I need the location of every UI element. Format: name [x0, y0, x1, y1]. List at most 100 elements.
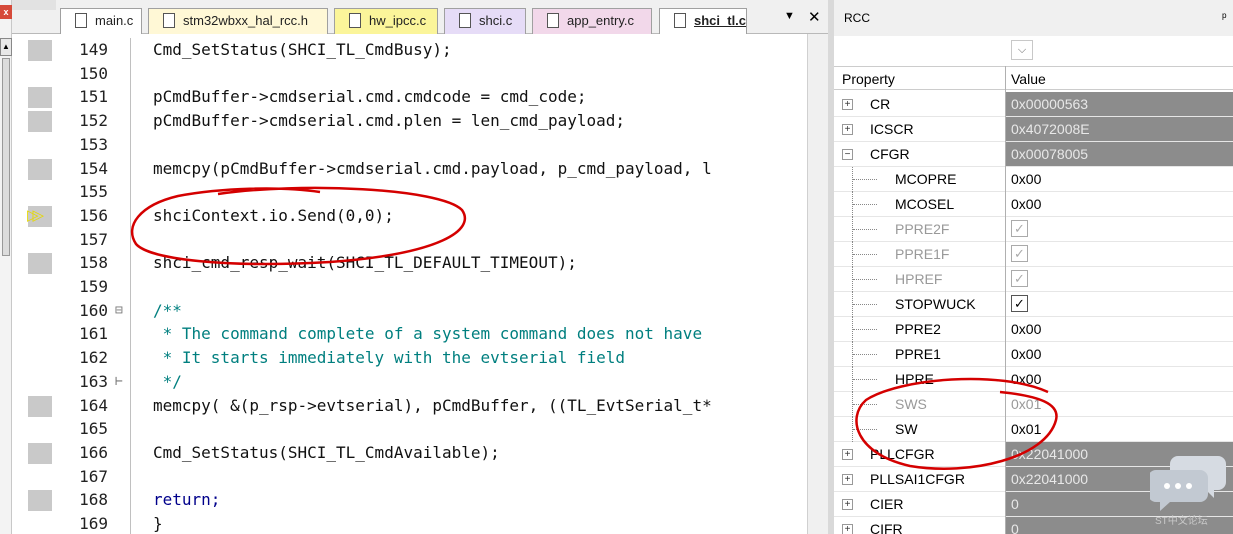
register-row-ppre1[interactable]: PPRE1 0x00 — [834, 342, 1233, 367]
line-number: 149 — [79, 40, 108, 59]
column-header-value: Value — [1011, 71, 1046, 87]
tab-label: app_entry.c — [567, 13, 634, 28]
collapse-icon[interactable]: − — [842, 149, 853, 160]
line-number: 155 — [79, 182, 108, 202]
tab-app-entry-c[interactable]: app_entry.c — [532, 8, 652, 34]
breakpoint-margin-marker[interactable] — [28, 87, 52, 109]
register-value[interactable]: 0x4072008E — [1006, 117, 1233, 141]
register-row-ppre2f[interactable]: PPRE2F ✓ — [834, 217, 1233, 242]
breakpoint-margin-marker[interactable] — [28, 490, 52, 512]
register-row-hpref[interactable]: HPREF ✓ — [834, 267, 1233, 292]
scroll-up-icon[interactable]: ▲ — [0, 38, 12, 56]
register-row-ppre1f[interactable]: PPRE1F ✓ — [834, 242, 1233, 267]
code-line[interactable]: Cmd_SetStatus(SHCI_TL_CmdAvailable); — [153, 443, 500, 462]
editor-scrollbar[interactable] — [807, 34, 828, 534]
code-line[interactable]: /** — [153, 301, 182, 320]
register-row-ppre2[interactable]: PPRE2 0x00 — [834, 317, 1233, 342]
file-icon — [674, 13, 686, 28]
checkbox: ✓ — [1011, 270, 1028, 287]
register-row-mcopre[interactable]: MCOPRE 0x00 — [834, 167, 1233, 192]
file-icon — [547, 13, 559, 28]
tab-shci-c[interactable]: shci.c — [444, 8, 526, 34]
code-line[interactable]: shciContext.io.Send(0,0); — [153, 206, 394, 225]
register-row-hpre[interactable]: HPRE 0x00 — [834, 367, 1233, 392]
tree-branch — [853, 429, 877, 430]
code-line[interactable]: shci_cmd_resp_wait(SHCI_TL_DEFAULT_TIMEO… — [153, 253, 577, 272]
register-row-sw[interactable]: SW 0x01 — [834, 417, 1233, 442]
line-number: 156 — [79, 205, 108, 225]
code-line[interactable]: Cmd_SetStatus(SHCI_TL_CmdBusy); — [153, 40, 452, 59]
register-name: MCOPRE — [895, 171, 957, 187]
register-value[interactable]: 0x00000563 — [1006, 92, 1233, 116]
code-line[interactable]: * The command complete of a system comma… — [153, 324, 702, 343]
line-number: 157 — [79, 229, 108, 249]
panel-title: RCC — [844, 11, 870, 25]
breakpoint-margin-marker[interactable] — [28, 158, 52, 180]
expand-icon[interactable]: + — [842, 474, 853, 485]
code-line[interactable]: } — [153, 514, 163, 533]
register-value[interactable]: ✓ — [1006, 242, 1233, 266]
expand-icon[interactable]: + — [842, 524, 853, 534]
close-tab-icon[interactable]: ✕ — [808, 8, 821, 26]
register-name: CR — [870, 96, 891, 112]
code-area[interactable]: Cmd_SetStatus(SHCI_TL_CmdBusy); pCmdBuffe… — [130, 38, 808, 534]
tab-label: main.c — [95, 13, 134, 28]
register-value[interactable]: ✓ — [1006, 292, 1233, 316]
fold-toggle-icon[interactable]: ⊟ — [115, 303, 123, 318]
left-scrollbar[interactable] — [2, 58, 10, 256]
register-value[interactable]: ✓ — [1006, 217, 1233, 241]
close-icon[interactable]: x — [0, 5, 12, 19]
register-row-stopwuck[interactable]: STOPWUCK ✓ — [834, 292, 1233, 317]
register-row-icscr[interactable]: + ICSCR 0x4072008E — [834, 117, 1233, 142]
tab-shci-tl-c[interactable]: shci_tl.c — [659, 8, 747, 34]
code-line[interactable]: pCmdBuffer->cmdserial.cmd.plen = len_cmd… — [153, 111, 625, 130]
breakpoint-margin-marker[interactable] — [28, 442, 52, 464]
register-row-cfgr[interactable]: − CFGR 0x00078005 — [834, 142, 1233, 167]
breakpoint-margin-marker[interactable] — [28, 395, 52, 417]
tree-branch — [853, 379, 877, 380]
register-value[interactable]: ✓ — [1006, 267, 1233, 291]
register-value[interactable]: 0x00 — [1006, 192, 1233, 216]
line-number: 164 — [79, 395, 108, 415]
tab-hw-ipcc-c[interactable]: hw_ipcc.c — [334, 8, 438, 34]
pin-icon[interactable]: ᵖ — [1222, 10, 1227, 24]
tab-list-icon[interactable]: ▼ — [784, 10, 795, 22]
breakpoint-margin-marker[interactable] — [28, 111, 52, 133]
fold-toggle-icon[interactable]: ⊢ — [115, 374, 123, 389]
tab-label: stm32wbxx_hal_rcc.h — [183, 13, 308, 28]
register-row-cr[interactable]: + CR 0x00000563 — [834, 92, 1233, 117]
code-line[interactable]: pCmdBuffer->cmdserial.cmd.cmdcode = cmd_… — [153, 87, 586, 106]
breakpoint-margin-marker[interactable] — [28, 253, 52, 275]
register-value[interactable]: 0x00078005 — [1006, 142, 1233, 166]
code-line[interactable]: return; — [153, 490, 220, 509]
expand-icon[interactable]: + — [842, 99, 853, 110]
register-value[interactable]: 0x00 — [1006, 317, 1233, 341]
tab-stm32wbxx-hal-rcc-h[interactable]: stm32wbxx_hal_rcc.h — [148, 8, 328, 34]
tab-main-c[interactable]: main.c — [60, 8, 142, 34]
expand-icon[interactable]: + — [842, 499, 853, 510]
register-value[interactable]: 0x01 — [1006, 392, 1233, 416]
expand-icon[interactable]: + — [842, 124, 853, 135]
execution-pointer-icon: ▷▷ — [27, 206, 44, 224]
register-row-sws[interactable]: SWS 0x01 — [834, 392, 1233, 417]
register-value[interactable]: 0x00 — [1006, 342, 1233, 366]
file-icon — [349, 13, 361, 28]
column-divider[interactable] — [1005, 66, 1006, 534]
code-line[interactable]: * It starts immediately with the evtseri… — [153, 348, 625, 367]
expand-icon[interactable]: + — [842, 449, 853, 460]
breakpoint-margin-marker[interactable] — [28, 40, 52, 61]
code-line[interactable]: memcpy( &(p_rsp->evtserial), pCmdBuffer,… — [153, 396, 712, 415]
register-value[interactable]: 0x01 — [1006, 417, 1233, 441]
register-row-mcosel[interactable]: MCOSEL 0x00 — [834, 192, 1233, 217]
line-number: 154 — [79, 158, 108, 178]
register-value[interactable]: 0x00 — [1006, 167, 1233, 191]
tab-bar-corner — [12, 0, 56, 10]
register-value[interactable]: 0x00 — [1006, 367, 1233, 391]
line-number: 162 — [79, 348, 108, 368]
tree-branch — [853, 254, 877, 255]
code-line[interactable]: */ — [153, 372, 182, 391]
checkbox[interactable]: ✓ — [1011, 295, 1028, 312]
register-selector-dropdown[interactable]: ⌵ — [1011, 40, 1033, 60]
code-line[interactable]: memcpy(pCmdBuffer->cmdserial.cmd.payload… — [153, 159, 712, 178]
tree-branch — [853, 304, 877, 305]
